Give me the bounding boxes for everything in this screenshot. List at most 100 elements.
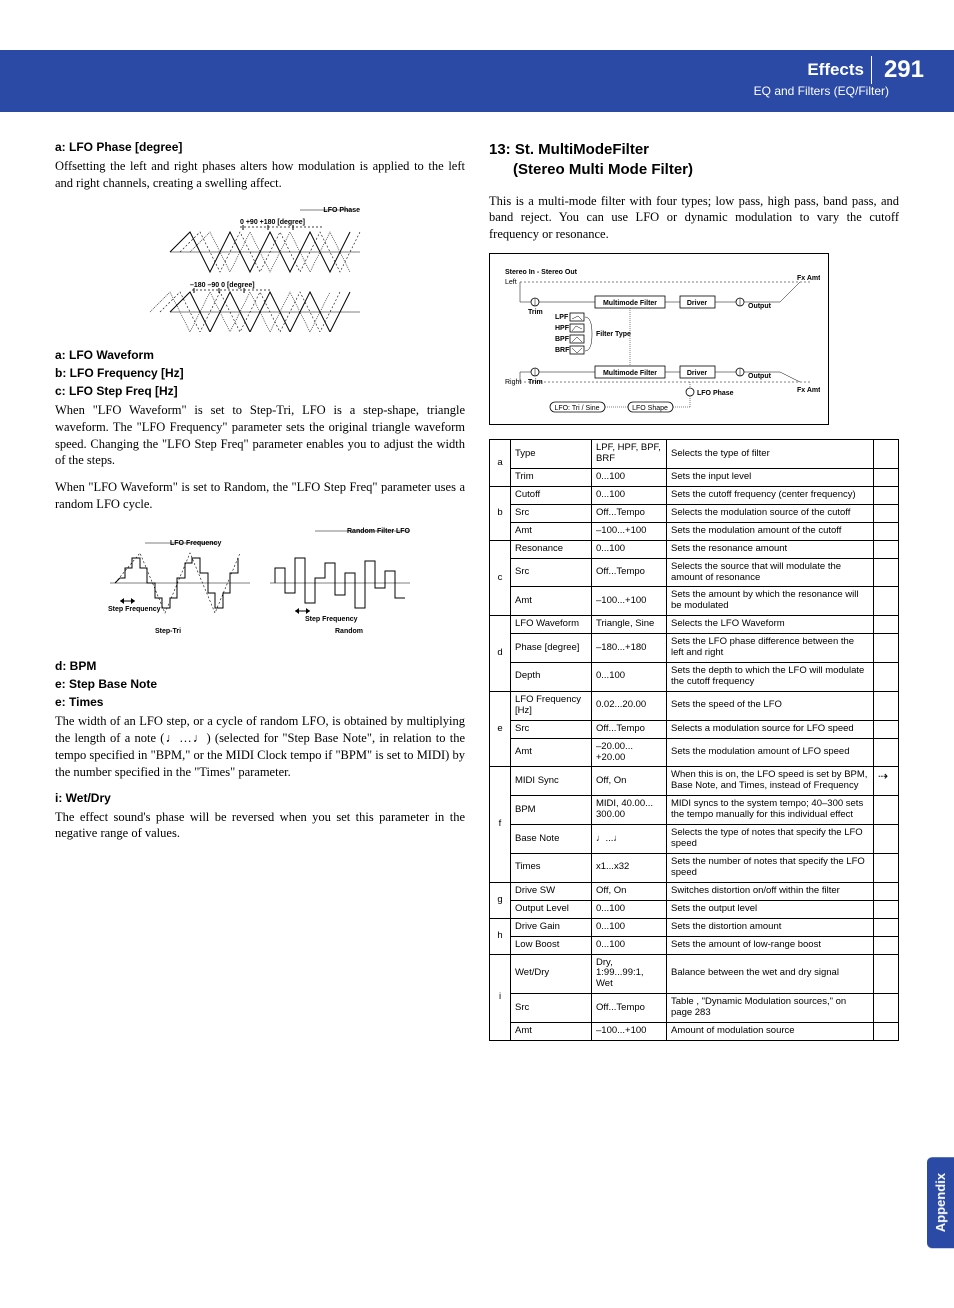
left-column: a: LFO Phase [degree] Offsetting the lef… — [55, 140, 465, 1041]
param-value: Dry, 1:99...99:1, Wet — [592, 954, 667, 994]
param-desc: When this is on, the LFO speed is set by… — [667, 767, 874, 796]
dmod-cell — [874, 738, 899, 767]
group-cell: i — [490, 954, 511, 1041]
param-name: Type — [511, 440, 592, 469]
dmod-cell — [874, 1023, 899, 1041]
figure-lfo-phase: LFO Phase 0 +90 +180 [degree] –180 — [130, 202, 390, 332]
param-value: MIDI, 40.00... 300.00 — [592, 796, 667, 825]
param-value: 0...100 — [592, 918, 667, 936]
fig2-lfo-freq: LFO Frequency — [170, 540, 221, 547]
dmod-cell — [874, 616, 899, 634]
table-row: aTypeLPF, HPF, BPF, BRFSelects the type … — [490, 440, 899, 469]
param-name: Times — [511, 854, 592, 883]
param-value: Off...Tempo — [592, 994, 667, 1023]
dmod-cell — [874, 918, 899, 936]
dmod-cell — [874, 486, 899, 504]
param-value: 0...100 — [592, 936, 667, 954]
param-name: Trim — [511, 468, 592, 486]
dmod-cell — [874, 558, 899, 587]
param-name: Drive SW — [511, 882, 592, 900]
param-desc: Sets the input level — [667, 468, 874, 486]
para-wetdry: The effect sound's phase will be reverse… — [55, 809, 465, 843]
param-value: Off...Tempo — [592, 504, 667, 522]
dmod-cell — [874, 854, 899, 883]
param-value: –20.00... +20.00 — [592, 738, 667, 767]
para-lfo-waveform-2: When "LFO Waveform" is set to Random, th… — [55, 479, 465, 513]
param-name: LFO Waveform — [511, 616, 592, 634]
param-desc: Selects a modulation source for LFO spee… — [667, 720, 874, 738]
diag-filter-type: Filter Type — [596, 331, 631, 338]
dmod-cell — [874, 954, 899, 994]
diag-lfo-shape: LFO Shape — [632, 405, 668, 412]
diag-output-l: Output — [748, 303, 772, 310]
group-cell: b — [490, 486, 511, 540]
diag-trim-l: Trim — [528, 309, 543, 316]
param-desc: Sets the output level — [667, 900, 874, 918]
group-cell: d — [490, 616, 511, 692]
param-name: Low Boost — [511, 936, 592, 954]
param-desc: Selects the type of filter — [667, 440, 874, 469]
param-name: Phase [degree] — [511, 634, 592, 663]
table-row: SrcOff...TempoSelects a modulation sourc… — [490, 720, 899, 738]
dmod-cell — [874, 634, 899, 663]
diag-lfo-tri: LFO: Tri / Sine — [554, 405, 599, 412]
dmod-cell — [874, 540, 899, 558]
param-value: –100...+100 — [592, 522, 667, 540]
fig1-title: LFO Phase — [323, 207, 360, 214]
table-row: Phase [degree]–180...+180Sets the LFO ph… — [490, 634, 899, 663]
param-desc: Sets the modulation amount of the cutoff — [667, 522, 874, 540]
group-cell: g — [490, 882, 511, 918]
param-name: Wet/Dry — [511, 954, 592, 994]
param-desc: Sets the amount by which the resonance w… — [667, 587, 874, 616]
dmod-cell — [874, 882, 899, 900]
table-row: Amt–100...+100Sets the modulation amount… — [490, 522, 899, 540]
table-row: dLFO WaveformTriangle, SineSelects the L… — [490, 616, 899, 634]
para-lfo-phase: Offsetting the left and right phases alt… — [55, 158, 465, 192]
side-tab-appendix: Appendix — [927, 1157, 954, 1248]
diag-lpf: LPF — [555, 314, 569, 321]
param-name: Base Note — [511, 825, 592, 854]
table-row: Amt–100...+100Sets the amount by which t… — [490, 587, 899, 616]
table-row: bCutoff0...100Sets the cutoff frequency … — [490, 486, 899, 504]
param-name: Amt — [511, 1023, 592, 1041]
fig1-top-ticks: 0 +90 +180 [degree] — [240, 219, 305, 226]
heading-lfo-step-freq: c: LFO Step Freq [Hz] — [55, 384, 465, 398]
dmod-cell — [874, 504, 899, 522]
parameter-table: aTypeLPF, HPF, BPF, BRFSelects the type … — [489, 439, 899, 1041]
param-value: –180...+180 — [592, 634, 667, 663]
param-value: 0.02...20.00 — [592, 691, 667, 720]
param-desc: Sets the amount of low-range boost — [667, 936, 874, 954]
signal-flow-diagram: Stereo In - Stereo Out Left Fx Amt Trim … — [489, 253, 829, 425]
table-row: gDrive SWOff, OnSwitches distortion on/o… — [490, 882, 899, 900]
param-value: 0...100 — [592, 540, 667, 558]
param-desc: Selects the modulation source of the cut… — [667, 504, 874, 522]
table-row: fMIDI SyncOff, OnWhen this is on, the LF… — [490, 767, 899, 796]
section-title: 13: St. MultiModeFilter (Stereo Multi Mo… — [489, 140, 899, 181]
diag-stereo-in: Stereo In - Stereo Out — [505, 269, 578, 276]
section-intro: This is a multi-mode filter with four ty… — [489, 193, 899, 244]
param-value: LPF, HPF, BPF, BRF — [592, 440, 667, 469]
table-row: SrcOff...TempoSelects the modulation sou… — [490, 504, 899, 522]
header-bar: Effects 291 EQ and Filters (EQ/Filter) — [0, 50, 954, 112]
param-name: Src — [511, 994, 592, 1023]
diag-brf: BRF — [555, 347, 570, 354]
diag-left: Left — [505, 279, 517, 286]
dmod-cell — [874, 936, 899, 954]
table-row: iWet/DryDry, 1:99...99:1, WetBalance bet… — [490, 954, 899, 994]
diag-hpf: HPF — [555, 325, 570, 332]
heading-times: e: Times — [55, 695, 465, 709]
para-bpm: The width of an LFO step, or a cycle of … — [55, 713, 465, 781]
dmod-cell — [874, 522, 899, 540]
table-row: Amt–20.00... +20.00Sets the modulation a… — [490, 738, 899, 767]
table-row: Timesx1...x32Sets the number of notes th… — [490, 854, 899, 883]
heading-wetdry: i: Wet/Dry — [55, 791, 465, 805]
diag-lfo-phase: LFO Phase — [697, 390, 734, 397]
param-value: –100...+100 — [592, 1023, 667, 1041]
param-value: 0...100 — [592, 663, 667, 692]
diag-driver-r: Driver — [687, 370, 708, 377]
param-name: Amt — [511, 738, 592, 767]
fig2-step-freq-right: Step Frequency — [305, 616, 358, 623]
group-cell: c — [490, 540, 511, 616]
fig1-bot-ticks: –180 –90 0 [degree] — [190, 282, 255, 289]
table-row: Amt–100...+100Amount of modulation sourc… — [490, 1023, 899, 1041]
